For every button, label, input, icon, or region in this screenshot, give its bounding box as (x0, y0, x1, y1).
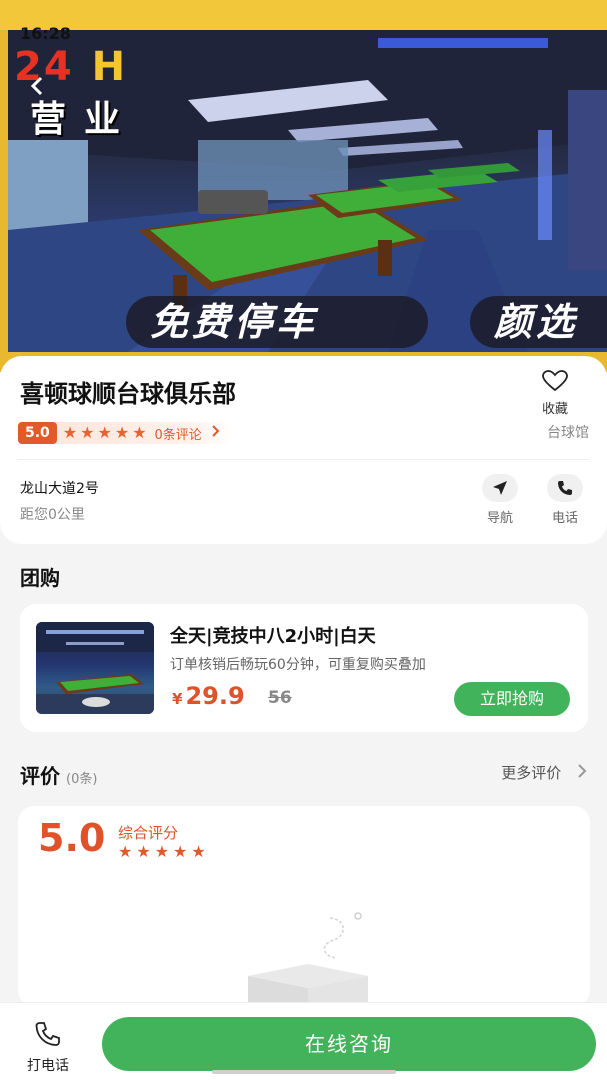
hours-badge-h: H (91, 44, 128, 90)
status-time: 16:28 (20, 24, 71, 43)
divider (18, 459, 589, 460)
deal-price-amount: 29.9 (185, 682, 245, 710)
shop-info-card: 喜顿球顺台球俱乐部 收藏 5.0 ★ ★ ★ ★ ★ 0条评论 台球馆 龙山大道… (0, 356, 607, 544)
more-reviews-label: 更多评价 (501, 764, 562, 782)
heart-icon (542, 370, 568, 392)
star-icon: ★ (62, 423, 78, 442)
shop-category: 台球馆 (547, 425, 589, 441)
star-icon: ★ (191, 842, 206, 861)
navigation-arrow-icon (493, 481, 507, 495)
home-indicator (212, 1070, 396, 1074)
bottom-action-bar: 打电话 在线咨询 (0, 1002, 607, 1080)
star-icon: ★ (80, 423, 95, 442)
rating-score: 5.0 (18, 422, 57, 444)
more-reviews-link[interactable]: 更多评价 (501, 762, 587, 783)
navigate-label: 导航 (486, 511, 513, 526)
phone-icon (558, 481, 572, 495)
overall-score: 5.0 (38, 816, 106, 860)
deal-title: 全天|竞技中八2小时|白天 (170, 626, 376, 647)
rating-summary-card: 5.0 综合评分 ★ ★ ★ ★ ★ (18, 806, 590, 1006)
call-tab[interactable]: 打电话 (16, 1021, 80, 1075)
deal-thumbnail (36, 622, 154, 714)
hero-banner: 16:28 24 H 营业 免费停车 颜选 (0, 0, 607, 372)
deal-card[interactable]: 全天|竞技中八2小时|白天 订单核销后畅玩60分钟，可重复购买叠加 ¥29.9 … (20, 604, 588, 732)
shop-address: 龙山大道2号 (20, 481, 99, 497)
buy-now-button[interactable]: 立即抢购 (454, 682, 570, 716)
online-consult-button[interactable]: 在线咨询 (102, 1017, 596, 1071)
star-icon: ★ (136, 842, 151, 861)
group-buy-title: 团购 (20, 566, 60, 590)
phone-button[interactable]: 电话 (543, 474, 587, 526)
phone-label: 电话 (551, 511, 578, 526)
star-icon: ★ (97, 423, 112, 442)
shop-name: 喜顿球顺台球俱乐部 (20, 380, 236, 408)
review-count: 0条评论 (154, 427, 202, 443)
phone-icon (35, 1022, 60, 1046)
reviews-count: (0条) (66, 772, 98, 787)
open-badge-text: 营业 (30, 99, 139, 140)
chevron-right-icon (212, 425, 220, 441)
empty-reviews-illustration (248, 912, 368, 1006)
overall-stars: ★ ★ ★ ★ ★ (118, 844, 206, 860)
selection-tag: 颜选 (470, 296, 607, 348)
star-icon: ★ (132, 423, 147, 442)
chevron-right-icon (578, 764, 587, 782)
shop-distance: 距您0公里 (20, 507, 85, 523)
rating-row[interactable]: 5.0 ★ ★ ★ ★ ★ 0条评论 (18, 422, 234, 444)
rating-stars: ★ ★ ★ ★ ★ (63, 425, 147, 441)
star-icon: ★ (173, 842, 188, 861)
deal-price: ¥29.9 (172, 682, 245, 710)
reviews-header: 评价 (0条) (20, 760, 97, 789)
star-icon: ★ (118, 842, 133, 861)
deal-currency: ¥ (172, 690, 183, 708)
call-tab-label: 打电话 (27, 1058, 69, 1074)
deal-description: 订单核销后畅玩60分钟，可重复购买叠加 (170, 657, 426, 673)
star-icon: ★ (154, 842, 170, 861)
free-parking-tag: 免费停车 (126, 296, 428, 348)
reviews-title: 评价 (20, 764, 60, 788)
favorite-label: 收藏 (541, 402, 568, 417)
back-button[interactable] (30, 76, 44, 102)
star-icon: ★ (114, 423, 130, 442)
chevron-left-icon (30, 76, 43, 96)
deal-original-price: 56 (268, 688, 292, 708)
overall-score-label: 综合评分 (118, 824, 179, 842)
navigate-button[interactable]: 导航 (478, 474, 522, 526)
favorite-button[interactable]: 收藏 (529, 370, 581, 417)
